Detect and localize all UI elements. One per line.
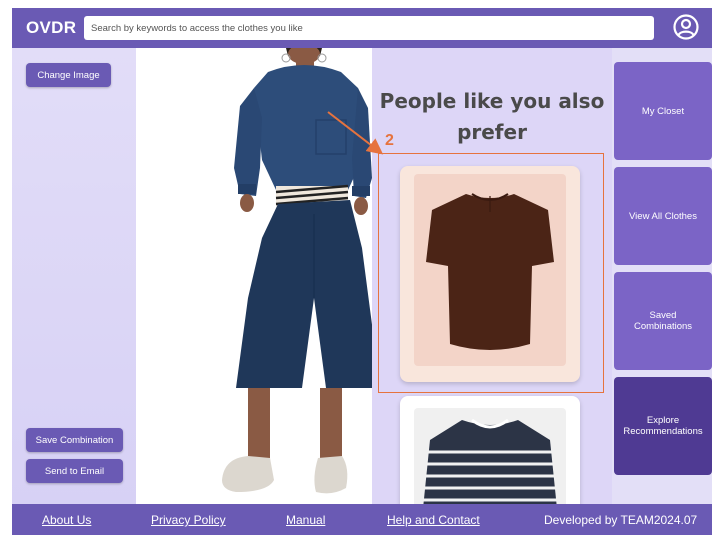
- change-image-button[interactable]: Change Image: [26, 63, 111, 87]
- nav-my-closet[interactable]: My Closet: [614, 62, 712, 160]
- save-combination-button[interactable]: Save Combination: [26, 428, 123, 452]
- about-us-link[interactable]: About Us: [42, 513, 91, 527]
- user-circle-icon: [673, 14, 699, 40]
- top-bar: OVDR: [12, 8, 712, 48]
- search-input[interactable]: [84, 16, 654, 40]
- recommendation-title: People like you also prefer: [379, 89, 605, 144]
- annotation-arrow-icon: [327, 111, 384, 155]
- recommendation-panel: People like you also prefer 2: [372, 48, 612, 535]
- footer: About Us Privacy Policy Manual Help and …: [12, 504, 712, 535]
- send-to-email-button[interactable]: Send to Email: [26, 459, 123, 483]
- privacy-policy-link[interactable]: Privacy Policy: [151, 513, 226, 527]
- app-logo[interactable]: OVDR: [26, 18, 76, 38]
- nav-explore-recommendations[interactable]: Explore Recommendations: [614, 377, 712, 475]
- recommendation-card[interactable]: [400, 166, 580, 382]
- left-panel: Change Image Save Combination Send to Em…: [12, 48, 136, 504]
- right-navigation: My Closet View All Clothes Saved Combina…: [612, 48, 712, 504]
- developer-credit: Developed by TEAM2024.07: [544, 513, 698, 527]
- manual-link[interactable]: Manual: [286, 513, 325, 527]
- nav-saved-combinations[interactable]: Saved Combinations: [614, 272, 712, 370]
- brown-blouse-image: [426, 193, 554, 350]
- app-frame: OVDR Change Image Save Combination Send …: [12, 8, 712, 535]
- recommendation-image-bg: [414, 174, 566, 366]
- help-contact-link[interactable]: Help and Contact: [387, 513, 480, 527]
- nav-view-all-clothes[interactable]: View All Clothes: [614, 167, 712, 265]
- user-account-button[interactable]: [672, 13, 700, 41]
